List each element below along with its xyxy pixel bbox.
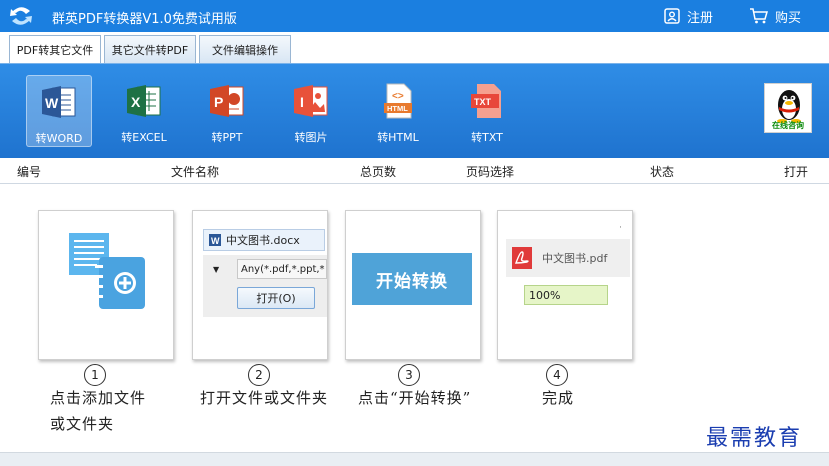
done-progress: 100% [524, 285, 608, 305]
to-html-button[interactable]: <> HTML 转HTML [365, 75, 431, 147]
svg-text:TXT: TXT [474, 97, 492, 107]
tab-pdf-to-other[interactable]: PDF转其它文件 [9, 35, 101, 64]
to-txt-label: 转TXT [471, 131, 503, 144]
to-image-label: 转图片 [294, 131, 328, 144]
done-file-row: 中文图书.pdf [506, 239, 630, 277]
title-bar: 群英PDF转换器V1.0免费试用版 注册 购买 [0, 0, 829, 32]
status-bar [0, 452, 829, 466]
step-number-2: 2 [248, 364, 270, 386]
col-number: 编号 [17, 165, 42, 179]
col-status: 状态 [650, 165, 675, 179]
svg-text:I: I [300, 94, 304, 110]
to-word-button[interactable]: W 转WORD [26, 75, 92, 147]
svg-text:<>: <> [392, 91, 404, 102]
app-logo-icon [10, 7, 32, 25]
col-filename: 文件名称 [171, 165, 220, 179]
start-convert-banner: 开始转换 [352, 253, 472, 305]
step-number-4: 4 [546, 364, 568, 386]
register-label: 注册 [687, 10, 714, 26]
step3-caption: 点击“开始转换” [358, 389, 472, 407]
step1-caption-line2: 或文件夹 [50, 415, 115, 433]
dialog-filetype-filter: Any(*.pdf,*.ppt,* [237, 259, 327, 279]
step4-caption: 完成 [542, 389, 575, 407]
to-html-label: 转HTML [377, 131, 419, 144]
to-excel-label: 转EXCEL [121, 131, 167, 144]
tab-file-edit[interactable]: 文件编辑操作 [199, 35, 291, 63]
file-list-header: 编号 文件名称 总页数 页码选择 状态 打开 [0, 158, 829, 184]
done-card: · 中文图书.pdf 100% [497, 210, 633, 360]
step2-caption: 打开文件或文件夹 [200, 389, 329, 407]
file-list-area[interactable]: W 中文图书.docx ▼ Any(*.pdf,*.ppt,* 打开(O) 开始… [0, 184, 829, 452]
svg-text:W: W [45, 95, 59, 111]
to-image-button[interactable]: I 转图片 [278, 75, 344, 147]
step1-caption: 点击添加文件 或文件夹 [50, 385, 146, 437]
svg-text:P: P [214, 94, 223, 110]
word-icon: W [42, 86, 76, 118]
col-open: 打开 [784, 165, 809, 179]
ribbon-toolbar: W 转WORD X 转EXCEL P 转PPT I 转图片 <> HTML 转H… [0, 63, 829, 158]
tab-strip: PDF转其它文件 其它文件转PDF 文件编辑操作 [0, 32, 829, 64]
buy-button[interactable]: 购买 [749, 5, 801, 27]
to-word-label: 转WORD [35, 132, 83, 145]
col-total-pages: 总页数 [360, 165, 397, 179]
tab-other-to-pdf[interactable]: 其它文件转PDF [104, 35, 196, 63]
online-consult-label: 在线咨询 [772, 121, 804, 130]
dialog-filename-field: W 中文图书.docx [203, 229, 325, 251]
buy-label: 购买 [775, 10, 802, 26]
step1-caption-line1: 点击添加文件 [50, 389, 147, 407]
col-page-select: 页码选择 [466, 165, 515, 179]
to-excel-button[interactable]: X 转EXCEL [111, 75, 177, 147]
dot-icon: · [619, 223, 622, 233]
add-file-icon [69, 233, 145, 309]
open-file-card: W 中文图书.docx ▼ Any(*.pdf,*.ppt,* 打开(O) [192, 210, 328, 360]
to-ppt-label: 转PPT [211, 131, 243, 144]
svg-text:X: X [131, 94, 141, 110]
ppt-icon: P [210, 85, 244, 117]
dialog-filename: 中文图书.docx [226, 234, 300, 247]
txt-icon: TXT [471, 84, 501, 118]
app-title: 群英PDF转换器V1.0免费试用版 [52, 12, 237, 27]
to-txt-button[interactable]: TXT 转TXT [454, 75, 520, 147]
pdf-file-icon [512, 247, 532, 269]
add-file-card[interactable] [38, 210, 174, 360]
watermark: 最需教育 [706, 426, 803, 451]
cart-icon [750, 8, 768, 24]
register-button[interactable]: 注册 [663, 5, 713, 27]
svg-text:HTML: HTML [387, 104, 408, 113]
word-file-icon: W [209, 234, 221, 246]
step-number-1: 1 [84, 364, 106, 386]
step-number-3: 3 [398, 364, 420, 386]
image-icon: I [294, 85, 328, 117]
dialog-open-button: 打开(O) [237, 287, 315, 309]
to-ppt-button[interactable]: P 转PPT [194, 75, 260, 147]
svg-text:W: W [211, 236, 220, 246]
html-icon: <> HTML [384, 83, 412, 119]
done-filename: 中文图书.pdf [542, 252, 608, 265]
qq-penguin-icon [777, 90, 801, 123]
start-convert-card: 开始转换 [345, 210, 481, 360]
chevron-down-icon: ▼ [213, 265, 220, 274]
online-consult-button[interactable]: 在线咨询 [764, 83, 812, 133]
excel-icon: X [127, 85, 161, 117]
register-icon [664, 8, 680, 24]
